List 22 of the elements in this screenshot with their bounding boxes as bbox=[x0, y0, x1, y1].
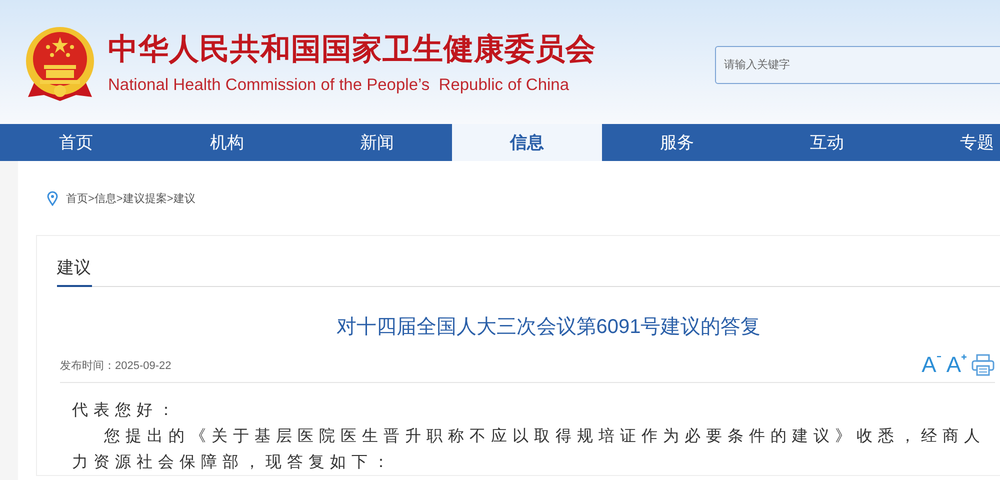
font-larger-button[interactable]: A bbox=[946, 354, 967, 376]
paragraph: 代表您好： bbox=[72, 399, 180, 421]
nav-tab[interactable]: 信息 bbox=[452, 124, 602, 161]
emblem-icon bbox=[24, 25, 96, 103]
publish-date: 发布时间：2025-09-22 bbox=[60, 358, 172, 372]
plus-icon bbox=[961, 354, 967, 362]
nav-tab[interactable]: 互动 bbox=[752, 124, 902, 161]
print-icon[interactable] bbox=[971, 354, 995, 376]
site-subtitle: National Health Commission of the People’s Republic of China bbox=[108, 76, 570, 95]
nav-tab[interactable]: 服务 bbox=[602, 124, 752, 161]
article-title: 对十四届全国人大三次会议第6091号建议的答复 bbox=[335, 315, 762, 340]
nav-tab[interactable]: 首页 bbox=[0, 124, 152, 161]
section-title: 建议 bbox=[57, 256, 92, 287]
nav-tab[interactable]: 专题 bbox=[902, 124, 1000, 161]
breadcrumb: 首页>信息>建议提案>建议 bbox=[66, 192, 196, 206]
nav-tab[interactable]: 新闻 bbox=[302, 124, 452, 161]
nav-tab[interactable]: 机构 bbox=[152, 124, 302, 161]
location-pin-icon bbox=[47, 190, 58, 206]
search-field[interactable]: 请输入关键字 bbox=[715, 46, 1000, 84]
paragraph: 您提出的《关于基层医院医生晋升职称不应以取得规培证作为必要条件的建议》收悉，经商人力资源社会保障部，现答复如下： bbox=[72, 425, 986, 473]
font-smaller-button[interactable]: A bbox=[922, 354, 942, 376]
site-title: 中华人民共和国国家卫生健康委员会 bbox=[108, 32, 596, 68]
